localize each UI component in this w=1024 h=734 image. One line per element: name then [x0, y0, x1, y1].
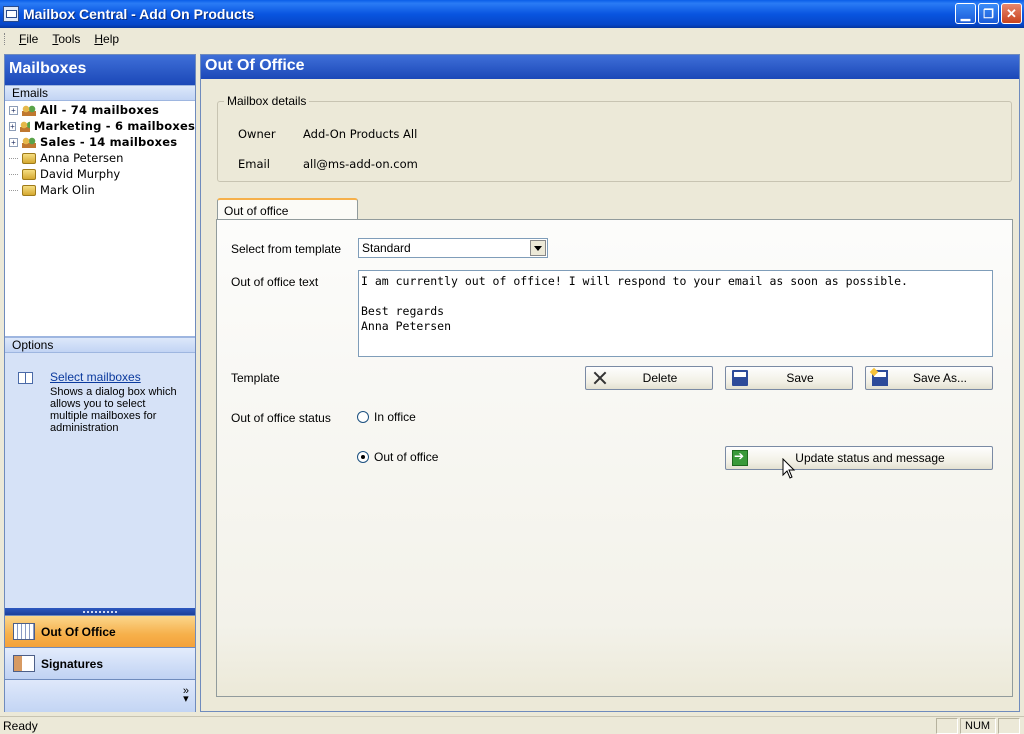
configure-buttons-icon[interactable]: » ▾	[183, 686, 189, 705]
title-bar: Mailbox Central - Add On Products ▁ ❐ ✕	[0, 0, 1024, 28]
radio-circle-selected[interactable]	[357, 451, 369, 463]
maximize-button[interactable]: ❐	[978, 3, 999, 24]
delete-button[interactable]: Delete	[585, 366, 713, 390]
close-button[interactable]: ✕	[1001, 3, 1022, 24]
delete-x-icon	[592, 370, 608, 386]
menu-file[interactable]: File	[12, 32, 45, 46]
tree-item-david-murphy[interactable]: David Murphy	[5, 166, 195, 182]
mailbox-details-legend: Mailbox details	[224, 94, 310, 108]
window-title: Mailbox Central - Add On Products	[23, 6, 255, 22]
tree-item-mark-olin[interactable]: Mark Olin	[5, 182, 195, 198]
group-icon	[22, 136, 36, 148]
options-area: Options Select mailboxes Shows a dialog …	[5, 336, 195, 608]
radio-in-office[interactable]: In office	[357, 410, 416, 424]
tab-out-of-office-administration[interactable]: Out of office administration	[217, 198, 358, 232]
menu-bar: File Tools Help	[0, 28, 1024, 50]
tree-item-anna-petersen[interactable]: Anna Petersen	[5, 150, 195, 166]
group-icon	[22, 104, 36, 116]
mailboxes-header: Mailboxes	[5, 55, 195, 85]
email-label: Email	[238, 157, 270, 171]
num-lock-indicator: NUM	[960, 718, 996, 734]
save-as-button[interactable]: Save As...	[865, 366, 993, 390]
radio-out-of-office[interactable]: Out of office	[357, 450, 438, 464]
save-button[interactable]: Save	[725, 366, 853, 390]
tree-item-marketing[interactable]: + Marketing - 6 mailboxes	[5, 118, 195, 134]
nav-signatures[interactable]: Signatures	[5, 647, 195, 679]
expand-icon[interactable]: +	[9, 105, 18, 115]
owner-value: Add-On Products All	[303, 127, 418, 141]
template-select-label: Select from template	[231, 242, 342, 256]
app-icon	[3, 6, 19, 22]
group-icon	[19, 120, 30, 132]
template-select[interactable]: Standard	[358, 238, 548, 258]
mailbox-icon	[22, 152, 36, 164]
mailboxes-pane: Mailboxes Emails + All - 74 mailboxes + …	[4, 54, 196, 712]
expand-icon[interactable]: +	[9, 121, 16, 131]
email-value: all@ms-add-on.com	[303, 157, 418, 171]
out-of-office-pane: Out Of Office Mailbox details Owner Add-…	[200, 54, 1020, 712]
mailbox-details-group: Mailbox details Owner Add-On Products Al…	[217, 94, 1012, 182]
template-label: Template	[231, 371, 280, 385]
select-mailboxes-description: Shows a dialog box which allows you to s…	[50, 386, 177, 434]
update-status-button[interactable]: Update status and message	[725, 446, 993, 470]
nav-footer: » ▾	[5, 679, 195, 712]
out-of-office-tab-panel: Select from template Standard Out of off…	[216, 219, 1013, 697]
tree-item-all[interactable]: + All - 74 mailboxes	[5, 102, 195, 118]
book-icon	[18, 372, 33, 384]
out-of-office-text-field[interactable]: I am currently out of office! I will res…	[358, 270, 993, 357]
mailbox-icon	[22, 168, 36, 180]
expand-icon[interactable]: +	[9, 137, 18, 147]
status-panel-blank	[936, 718, 958, 734]
select-mailboxes-link[interactable]: Select mailboxes	[50, 371, 178, 383]
status-panel-blank-2	[998, 718, 1020, 734]
chevron-down-icon[interactable]	[530, 240, 546, 256]
menu-tools[interactable]: Tools	[45, 32, 87, 46]
mailbox-icon	[22, 184, 36, 196]
nav-out-of-office[interactable]: Out Of Office	[5, 615, 195, 647]
save-as-icon	[872, 370, 888, 386]
status-bar: Ready NUM	[0, 716, 1024, 734]
floppy-disk-icon	[732, 370, 748, 386]
emails-section-header: Emails	[5, 85, 195, 101]
page-title: Out Of Office	[201, 55, 1019, 79]
pane-splitter[interactable]	[5, 608, 195, 615]
minimize-button[interactable]: ▁	[955, 3, 976, 24]
out-of-office-text-label: Out of office text	[231, 275, 319, 289]
mailbox-tree: + All - 74 mailboxes + Marketing - 6 mai…	[5, 101, 195, 331]
menu-grip	[4, 33, 7, 45]
calendar-icon	[13, 623, 35, 640]
status-label: Out of office status	[231, 411, 331, 425]
status-text: Ready	[3, 719, 38, 733]
options-section-header: Options	[5, 337, 195, 353]
owner-label: Owner	[238, 127, 276, 141]
signature-card-icon	[13, 655, 35, 672]
tree-item-sales[interactable]: + Sales - 14 mailboxes	[5, 134, 195, 150]
green-arrow-icon	[732, 449, 748, 466]
menu-help[interactable]: Help	[87, 32, 126, 46]
radio-circle[interactable]	[357, 411, 369, 423]
